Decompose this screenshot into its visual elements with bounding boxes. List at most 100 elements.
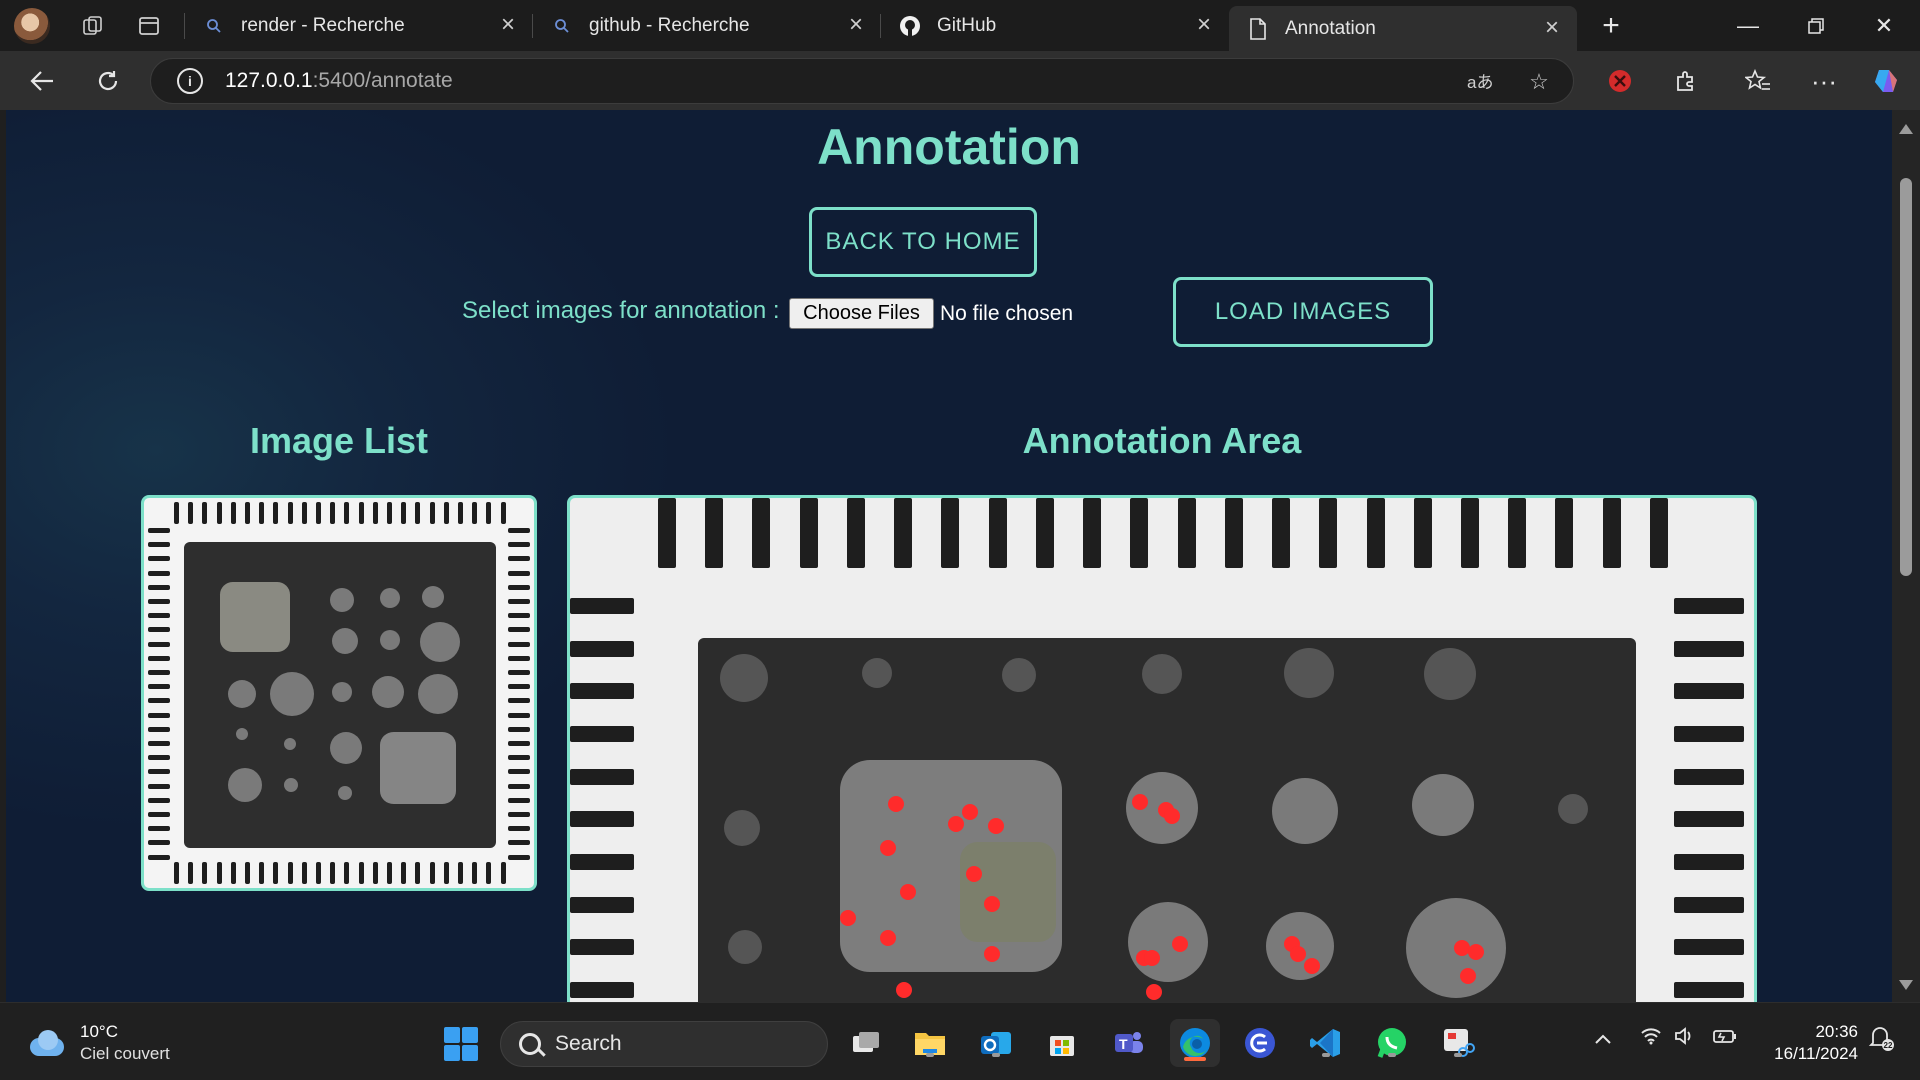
annotation-point[interactable]: [984, 896, 1000, 912]
tab-render-search[interactable]: render - Recherche ×: [185, 0, 533, 51]
more-menu-icon[interactable]: ···: [1806, 63, 1842, 99]
close-tab-icon[interactable]: ×: [501, 13, 515, 37]
close-window-icon[interactable]: ✕: [1850, 0, 1918, 51]
choose-files-button[interactable]: Choose Files: [789, 298, 934, 329]
back-to-home-button[interactable]: BACK TO HOME: [809, 207, 1037, 277]
chip-pin: [1674, 896, 1744, 913]
annotation-point[interactable]: [962, 804, 978, 820]
search-icon: [519, 1033, 541, 1055]
chip-pin: [148, 584, 170, 590]
close-tab-icon[interactable]: ×: [1197, 13, 1211, 37]
vscode-icon[interactable]: [1306, 1023, 1346, 1063]
annotation-point[interactable]: [966, 866, 982, 882]
extensions-icon[interactable]: [1668, 63, 1704, 99]
workspaces-icon[interactable]: [80, 13, 106, 39]
chip-pin: [230, 862, 236, 884]
annotation-point[interactable]: [1164, 808, 1180, 824]
close-tab-icon[interactable]: ×: [849, 13, 863, 37]
show-hidden-icons-icon[interactable]: [1594, 1029, 1612, 1050]
chip-pin: [148, 712, 170, 718]
chip-pin: [148, 854, 170, 860]
minimize-icon[interactable]: —: [1714, 0, 1782, 51]
scroll-down-icon[interactable]: [1899, 980, 1913, 990]
chip-pin: [508, 698, 530, 704]
extension-blocked-icon[interactable]: [1602, 63, 1638, 99]
vertical-tabs-icon[interactable]: [136, 13, 162, 39]
chip-pin: [216, 502, 222, 524]
chip-pin: [415, 862, 421, 884]
annotation-point[interactable]: [1132, 794, 1148, 810]
reload-icon[interactable]: [90, 63, 126, 99]
close-tab-icon[interactable]: ×: [1545, 16, 1559, 40]
url-text[interactable]: 127.0.0.1:5400/annotate: [225, 69, 453, 93]
favorites-icon[interactable]: [1740, 63, 1776, 99]
snipping-tool-icon[interactable]: [1438, 1023, 1478, 1063]
chip-pin: [508, 769, 530, 775]
cloudy-weather-icon: [26, 1028, 66, 1058]
chip-pin: [202, 862, 208, 884]
tab-annotation[interactable]: Annotation ×: [1229, 6, 1577, 51]
start-button[interactable]: [444, 1027, 478, 1061]
new-tab-button[interactable]: +: [1591, 6, 1631, 46]
translate-icon[interactable]: aあ: [1467, 68, 1495, 96]
address-bar[interactable]: i 127.0.0.1:5400/annotate aあ ☆: [150, 58, 1574, 104]
chip-pin: [508, 655, 530, 661]
clock-time: 20:36: [1815, 1022, 1858, 1041]
weather-condition: Ciel couvert: [80, 1044, 170, 1063]
chip-pin: [202, 502, 208, 524]
annotation-point[interactable]: [1290, 946, 1306, 962]
annotation-canvas[interactable]: [567, 495, 1757, 1002]
chip-pin: [1177, 498, 1196, 568]
chip-pin: [508, 627, 530, 633]
tab-github[interactable]: GitHub ×: [881, 0, 1229, 51]
teams-icon[interactable]: T: [1108, 1023, 1148, 1063]
copilot-icon[interactable]: [1868, 63, 1904, 99]
chip-pin: [1674, 853, 1744, 870]
scroll-up-icon[interactable]: [1899, 124, 1913, 134]
chip-pin: [508, 570, 530, 576]
chip-pin: [148, 670, 170, 676]
chip-pin: [287, 862, 293, 884]
weather-widget[interactable]: 10°C Ciel couvert: [26, 1021, 170, 1065]
tab-github-search[interactable]: github - Recherche ×: [533, 0, 881, 51]
wifi-icon[interactable]: [1640, 1027, 1662, 1050]
annotation-point[interactable]: [880, 840, 896, 856]
annotation-point[interactable]: [1468, 944, 1484, 960]
annotation-point[interactable]: [1144, 950, 1160, 966]
chip-pin: [508, 641, 530, 647]
page-scrollbar[interactable]: [1892, 110, 1920, 1002]
notification-bell-icon[interactable]: 22: [1868, 1023, 1894, 1058]
chip-pin: [1083, 498, 1102, 568]
back-arrow-icon[interactable]: [24, 63, 60, 99]
site-info-icon[interactable]: i: [177, 68, 203, 94]
annotation-point[interactable]: [840, 910, 856, 926]
taskbar-search[interactable]: Search: [500, 1021, 828, 1067]
annotation-point[interactable]: [888, 796, 904, 812]
annotation-point[interactable]: [1146, 984, 1162, 1000]
task-view-icon[interactable]: [846, 1023, 886, 1063]
annotation-point[interactable]: [1304, 958, 1320, 974]
annotation-point[interactable]: [896, 982, 912, 998]
annotation-point[interactable]: [984, 946, 1000, 962]
profile-avatar[interactable]: [14, 7, 50, 44]
annotation-point[interactable]: [988, 818, 1004, 834]
copilot-app-icon[interactable]: [1240, 1023, 1280, 1063]
outlook-icon[interactable]: [976, 1023, 1016, 1063]
edge-browser-icon[interactable]: [1170, 1019, 1220, 1067]
scrollbar-thumb[interactable]: [1900, 178, 1912, 576]
microsoft-store-icon[interactable]: [1042, 1023, 1082, 1063]
volume-icon[interactable]: [1674, 1027, 1696, 1050]
annotation-point[interactable]: [948, 816, 964, 832]
load-images-button[interactable]: LOAD IMAGES: [1173, 277, 1433, 347]
favorite-star-icon[interactable]: ☆: [1525, 68, 1553, 96]
battery-icon[interactable]: [1712, 1027, 1738, 1050]
annotation-point[interactable]: [900, 884, 916, 900]
image-thumbnail[interactable]: [141, 495, 537, 891]
annotation-point[interactable]: [1460, 968, 1476, 984]
restore-icon[interactable]: [1782, 0, 1850, 51]
whatsapp-icon[interactable]: [1372, 1023, 1412, 1063]
annotation-point[interactable]: [1172, 936, 1188, 952]
file-explorer-icon[interactable]: [910, 1023, 950, 1063]
system-clock[interactable]: 20:36 16/11/2024: [1758, 1021, 1858, 1065]
annotation-point[interactable]: [880, 930, 896, 946]
